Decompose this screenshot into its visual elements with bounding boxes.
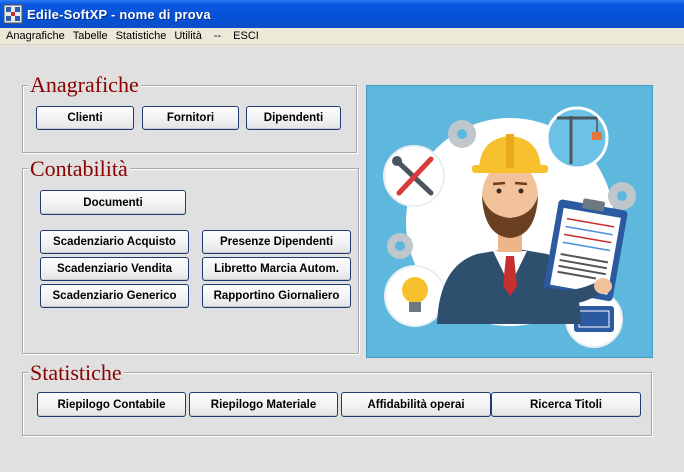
window-title: Edile-SoftXP - nome di prova: [27, 6, 211, 22]
scadenziario-acquisto-button[interactable]: Scadenziario Acquisto: [40, 230, 189, 254]
affidabilita-operai-button[interactable]: Affidabilità operai: [341, 392, 491, 417]
dipendenti-button[interactable]: Dipendenti: [246, 106, 341, 130]
libretto-marcia-button[interactable]: Libretto Marcia Autom.: [202, 257, 351, 281]
title-bar: Edile-SoftXP - nome di prova: [0, 0, 684, 28]
documenti-button[interactable]: Documenti: [40, 190, 186, 215]
lightbulb-icon: [384, 265, 446, 327]
riepilogo-materiale-button[interactable]: Riepilogo Materiale: [189, 392, 338, 417]
anagrafiche-title: Anagrafiche: [28, 72, 141, 97]
menu-statistiche[interactable]: Statistiche: [113, 29, 170, 44]
rapportino-giornaliero-button[interactable]: Rapportino Giornaliero: [202, 284, 351, 308]
illustration-panel: [366, 85, 653, 358]
crane-icon: [545, 106, 609, 170]
menu-separator[interactable]: --: [211, 29, 224, 44]
scadenziario-vendita-button[interactable]: Scadenziario Vendita: [40, 257, 189, 281]
menu-anagrafiche[interactable]: Anagrafiche: [3, 29, 68, 44]
ricerca-titoli-button[interactable]: Ricerca Titoli: [491, 392, 641, 417]
app-grid-icon[interactable]: [3, 4, 23, 24]
statistiche-title: Statistiche: [28, 360, 124, 385]
menu-tabelle[interactable]: Tabelle: [70, 29, 111, 44]
menu-bar: Anagrafiche Tabelle Statistiche Utilità …: [0, 28, 684, 45]
tools-icon: [383, 145, 445, 207]
contabilita-title: Contabilità: [28, 156, 130, 181]
scadenziario-generico-button[interactable]: Scadenziario Generico: [40, 284, 189, 308]
worker-with-clipboard: [383, 106, 636, 348]
clienti-button[interactable]: Clienti: [36, 106, 134, 130]
menu-esci[interactable]: ESCI: [230, 29, 262, 44]
presenze-dipendenti-button[interactable]: Presenze Dipendenti: [202, 230, 351, 254]
riepilogo-contabile-button[interactable]: Riepilogo Contabile: [37, 392, 186, 417]
main-panel: Anagrafiche Clienti Fornitori Dipendenti…: [0, 46, 684, 472]
fornitori-button[interactable]: Fornitori: [142, 106, 239, 130]
menu-utilita[interactable]: Utilità: [171, 29, 205, 44]
